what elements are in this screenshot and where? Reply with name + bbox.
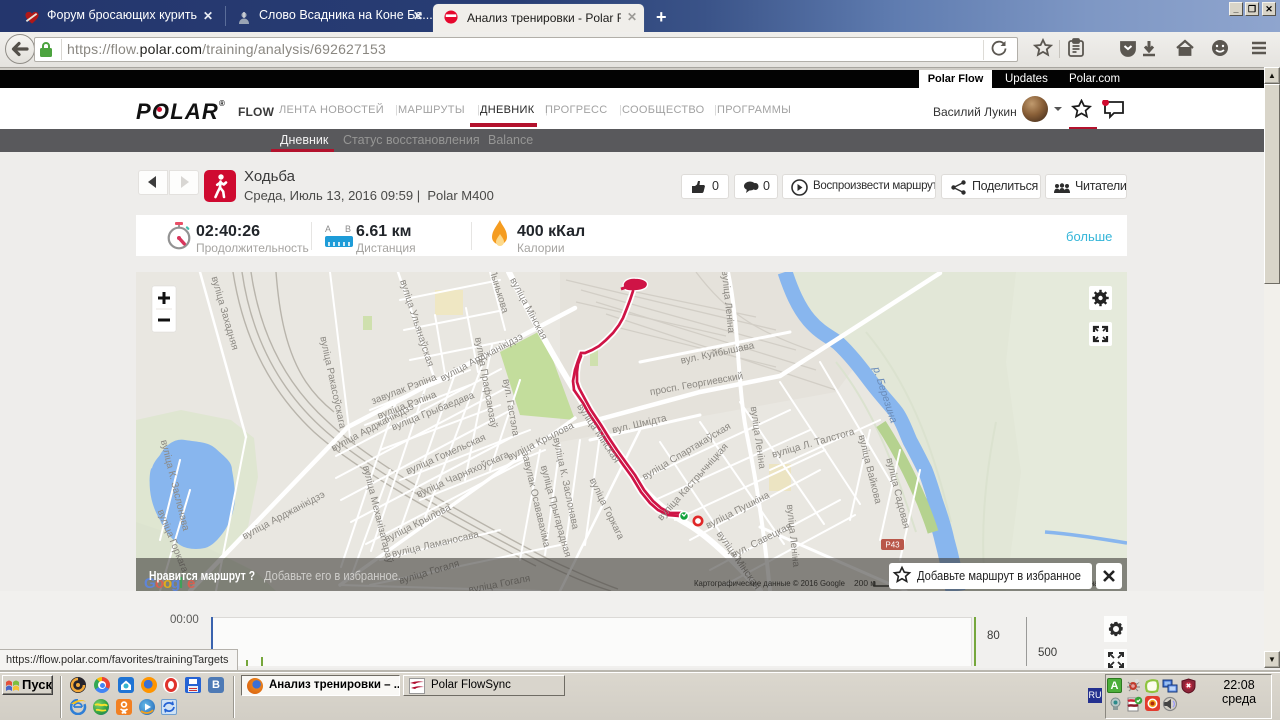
svg-text:Добавьте маршрут в избранное: Добавьте маршрут в избранное bbox=[917, 569, 1081, 583]
svg-text:200 м: 200 м bbox=[854, 578, 876, 588]
svg-text:Р43: Р43 bbox=[885, 541, 900, 550]
svg-text:Картографические данные © 2016: Картографические данные © 2016 Google bbox=[694, 578, 845, 588]
svg-text:B: B bbox=[345, 224, 351, 234]
svg-text:Добавьте его в избранное.: Добавьте его в избранное. bbox=[264, 569, 401, 583]
svg-text:A: A bbox=[325, 224, 331, 234]
svg-text:Нравится маршрут ?: Нравится маршрут ? bbox=[149, 569, 255, 583]
